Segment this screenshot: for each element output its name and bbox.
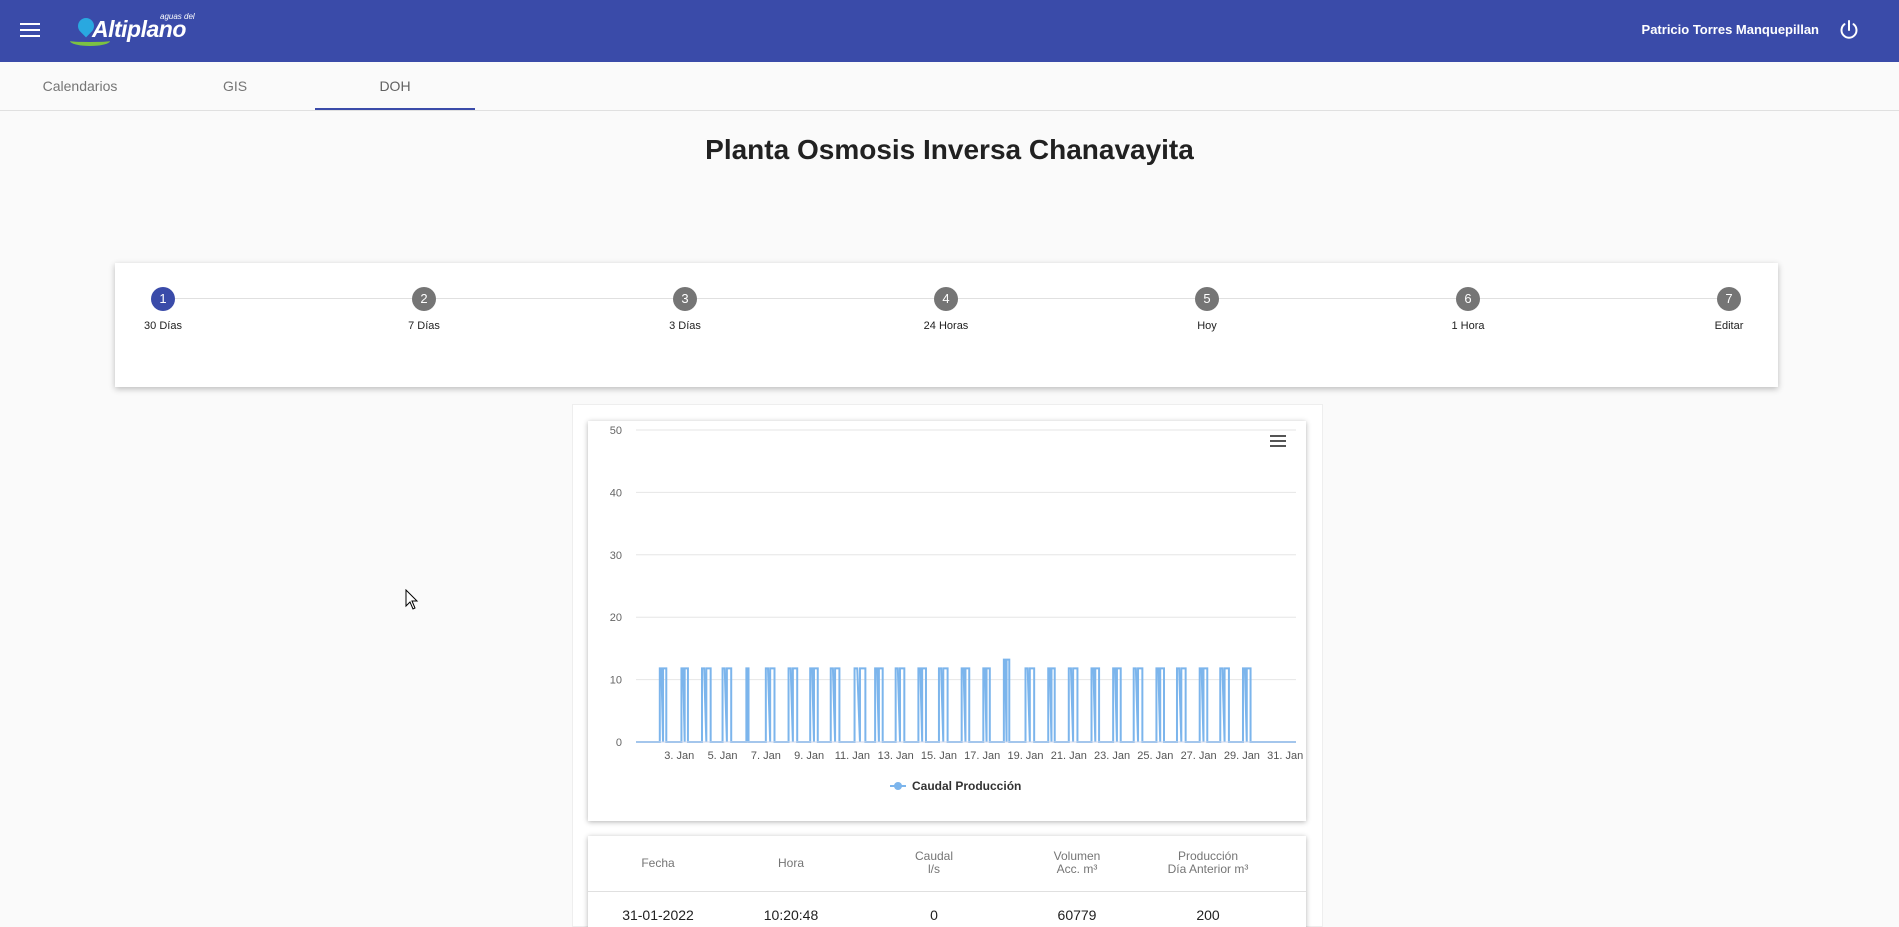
x-tick-label: 9. Jan [794, 750, 824, 762]
x-tick-label: 23. Jan [1094, 750, 1130, 762]
x-tick-label: 29. Jan [1224, 750, 1260, 762]
step-label: Hoy [1197, 320, 1217, 332]
page-title: Planta Osmosis Inversa Chanavayita [705, 134, 1194, 165]
y-tick-label: 30 [610, 550, 622, 562]
header-caudal: Caudal l/s [914, 849, 954, 876]
x-tick-label: 27. Jan [1181, 750, 1217, 762]
y-tick-label: 50 [610, 425, 622, 437]
x-tick-label: 11. Jan [835, 750, 870, 762]
y-tick-label: 0 [616, 737, 622, 749]
tab-gis[interactable]: GIS [155, 62, 315, 110]
cell-caudal: 0 [930, 907, 938, 923]
y-tick-label: 40 [610, 487, 622, 499]
y-tick-label: 20 [610, 612, 622, 624]
tab-calendarios[interactable]: Calendarios [0, 62, 160, 110]
y-tick-label: 10 [610, 675, 622, 687]
table-header: Fecha Hora Caudal l/s Volumen Acc. m³ Prod… [588, 836, 1306, 892]
step-label: 1 Hora [1451, 320, 1485, 332]
x-tick-label: 5. Jan [708, 750, 738, 762]
step-number: 1 [151, 287, 175, 311]
period-stepper: 1 30 Días 2 7 Días 3 3 Días 4 24 Horas 5… [115, 263, 1778, 387]
caudal-produccion-chart: 0 10 20 30 40 50 3. Jan 5. Jan 7. Jan 9. Jan 11. J… [610, 425, 1303, 793]
cell-volumen: 60779 [1057, 907, 1097, 923]
step-number: 4 [934, 287, 958, 311]
x-tick-label: 31. Jan [1267, 750, 1303, 762]
data-table: Fecha Hora Caudal l/s Volumen Acc. m³ Prod… [588, 836, 1306, 927]
step-label: 7 Días [408, 320, 440, 332]
step-number: 5 [1195, 287, 1219, 311]
tab-bar: Calendarios GIS DOH [0, 62, 1899, 111]
legend-marker [894, 782, 902, 790]
step-hoy[interactable]: 5 Hoy [1167, 287, 1247, 332]
x-tick-label: 13. Jan [878, 750, 914, 762]
step-number: 6 [1456, 287, 1480, 311]
step-label: 30 Días [144, 320, 182, 332]
user-name: Patricio Torres Manquepillan [1641, 22, 1819, 37]
x-tick-label: 25. Jan [1137, 750, 1173, 762]
step-label: Editar [1714, 320, 1744, 332]
cell-hora: 10:20:48 [763, 907, 819, 923]
x-tick-label: 19. Jan [1007, 750, 1043, 762]
x-tick-label: 21. Jan [1051, 750, 1087, 762]
cell-produccion: 200 [1196, 907, 1220, 923]
aguas-del-altiplano-logo[interactable]: aguas del Altiplano [70, 10, 200, 50]
step-label: 24 Horas [923, 320, 969, 332]
tab-doh[interactable]: DOH [315, 62, 475, 110]
x-tick-label: 15. Jan [921, 750, 957, 762]
x-tick-label: 17. Jan [964, 750, 1000, 762]
step-7-dias[interactable]: 2 7 Días [384, 287, 464, 332]
cell-fecha: 31-01-2022 [622, 907, 694, 923]
legend-label: Caudal Producción [912, 779, 1021, 793]
step-number: 3 [673, 287, 697, 311]
x-tick-label: 7. Jan [751, 750, 781, 762]
hamburger-menu-icon[interactable] [20, 20, 42, 42]
chart-card: 0 10 20 30 40 50 3. Jan 5. Jan 7. Jan 9. Jan 11. J… [588, 421, 1306, 821]
header-produccion: Producción Día Anterior m³ [1167, 849, 1249, 876]
step-number: 7 [1717, 287, 1741, 311]
step-editar[interactable]: 7 Editar [1689, 287, 1769, 332]
header-hora: Hora [777, 856, 804, 870]
mouse-cursor-icon [405, 589, 419, 610]
step-30-dias[interactable]: 1 30 Días [123, 287, 203, 332]
step-number: 2 [412, 287, 436, 311]
x-tick-label: 3. Jan [664, 750, 694, 762]
step-1-hora[interactable]: 6 1 Hora [1428, 287, 1508, 332]
logo-text: Altiplano [92, 16, 186, 42]
header-fecha: Fecha [641, 856, 675, 870]
header-volumen: Volumen Acc. m³ [1053, 849, 1101, 876]
chart-menu-icon[interactable] [1270, 435, 1286, 449]
power-logout-icon[interactable] [1837, 18, 1861, 42]
series-line-caudal-produccion [636, 658, 1296, 743]
top-app-bar: aguas del Altiplano Patricio Torres Manq… [0, 0, 1899, 62]
step-label: 3 Días [669, 320, 701, 332]
step-3-dias[interactable]: 3 3 Días [645, 287, 725, 332]
step-24-horas[interactable]: 4 24 Horas [906, 287, 986, 332]
